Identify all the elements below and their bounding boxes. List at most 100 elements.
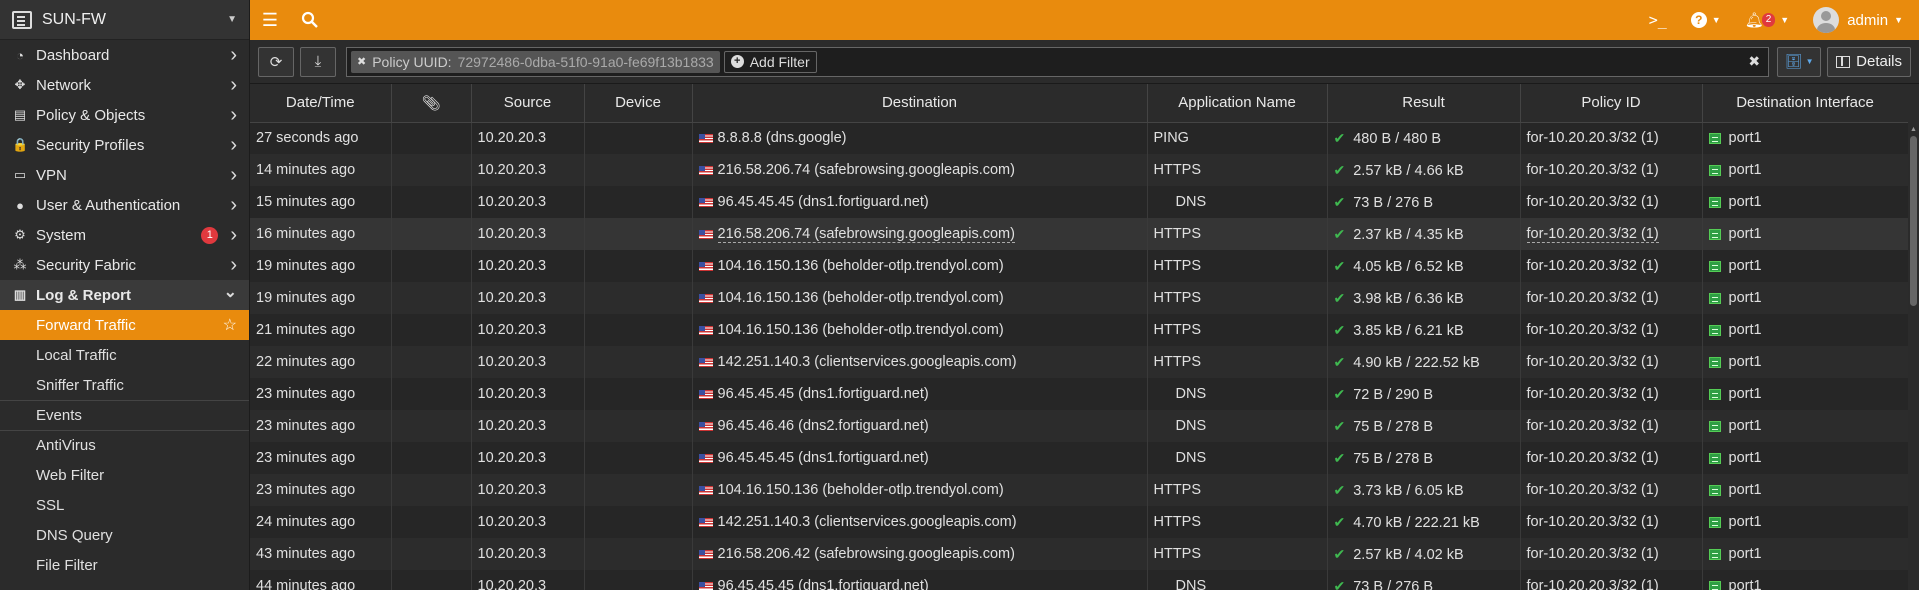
sidebar-item-vpn[interactable]: ▭ VPN › bbox=[0, 160, 249, 190]
ethernet-port-icon bbox=[1708, 548, 1721, 560]
cell-policy-id: for-10.20.20.3/32 (1) bbox=[1520, 346, 1703, 378]
interface-text: port1 bbox=[1728, 130, 1762, 147]
clear-filter-icon[interactable]: ✖ bbox=[1748, 53, 1760, 70]
table-row[interactable]: 23 minutes ago 10.20.20.3 96.45.45.45 (dns… bbox=[250, 442, 1908, 474]
interface-text: port1 bbox=[1728, 194, 1762, 210]
table-row[interactable]: 27 seconds ago 10.20.20.3 8.8.8.8 (dns.goo… bbox=[250, 122, 1908, 154]
chevron-right-icon: › bbox=[230, 103, 237, 126]
cell-datetime-text: 19 minutes ago bbox=[256, 258, 356, 274]
table-row[interactable]: 44 minutes ago 10.20.20.3 96.45.45.45 (dns… bbox=[250, 570, 1908, 590]
policy-id-text[interactable]: for-10.20.20.3/32 (1) bbox=[1526, 226, 1659, 243]
result-text: 2.57 kB / 4.02 kB bbox=[1353, 546, 1464, 563]
sidebar-subitem-events[interactable]: Events bbox=[0, 400, 249, 430]
sidebar-item-label: Network bbox=[36, 76, 92, 94]
table-row[interactable]: 24 minutes ago 10.20.20.3 142.251.140.3 (c… bbox=[250, 506, 1908, 538]
cell-application: HTTPS bbox=[1147, 538, 1328, 570]
table-row[interactable]: 21 minutes ago 10.20.20.3 104.16.150.136 (… bbox=[250, 314, 1908, 346]
sidebar-item-log-report[interactable]: ▥ Log & Report ⌄ bbox=[0, 280, 249, 310]
user-menu[interactable]: admin ▼ bbox=[1801, 0, 1919, 40]
column-header-policy-id[interactable]: Policy ID bbox=[1520, 84, 1703, 123]
cell-datetime-text: 23 minutes ago bbox=[256, 482, 356, 498]
sidebar-subitem-file-filter[interactable]: File Filter bbox=[0, 550, 249, 580]
column-header-attachment[interactable]: 📎︎ bbox=[391, 84, 472, 123]
table-scrollbar[interactable]: ▲ bbox=[1908, 84, 1919, 590]
sidebar-item-system[interactable]: ⚙ System 1 › bbox=[0, 220, 249, 250]
table-row[interactable]: 19 minutes ago 10.20.20.3 104.16.150.136 (… bbox=[250, 250, 1908, 282]
dashboard-icon: ◔ bbox=[16, 47, 24, 63]
cell-datetime: 43 minutes ago bbox=[250, 538, 392, 570]
table-row[interactable]: 14 minutes ago 10.20.20.3 216.58.206.74 (s… bbox=[250, 154, 1908, 186]
cell-source-text: 10.20.20.3 bbox=[477, 194, 547, 210]
cell-source-text: 10.20.20.3 bbox=[477, 514, 547, 530]
search-button[interactable] bbox=[290, 0, 330, 40]
cell-device bbox=[584, 538, 693, 570]
table-row[interactable]: 23 minutes ago 10.20.20.3 96.45.45.45 (dns… bbox=[250, 378, 1908, 410]
check-icon: ✔ bbox=[1333, 481, 1346, 498]
table-row[interactable]: 23 minutes ago 10.20.20.3 104.16.150.136 (… bbox=[250, 474, 1908, 506]
column-header-destination-interface[interactable]: Destination Interface bbox=[1702, 84, 1908, 123]
device-selector[interactable]: SUN-FW ▼ bbox=[0, 0, 249, 40]
remove-filter-icon[interactable]: ✖ bbox=[357, 55, 366, 68]
table-row[interactable]: 22 minutes ago 10.20.20.3 142.251.140.3 (c… bbox=[250, 346, 1908, 378]
menu-toggle-button[interactable]: ☰ bbox=[250, 0, 290, 40]
cell-destination-interface: port1 bbox=[1702, 378, 1908, 410]
notifications-button[interactable]: 🔔︎ 2 ▼ bbox=[1733, 0, 1802, 40]
column-header-device[interactable]: Device bbox=[584, 84, 693, 123]
sidebar-subitem-web-filter[interactable]: Web Filter bbox=[0, 460, 249, 490]
cell-application-text: DNS bbox=[1175, 418, 1207, 434]
cell-source: 10.20.20.3 bbox=[471, 218, 585, 250]
column-header-result[interactable]: Result bbox=[1327, 84, 1521, 123]
sidebar-subitem-forward-traffic[interactable]: Forward Traffic ☆ bbox=[0, 310, 249, 340]
check-icon: ✔ bbox=[1333, 513, 1346, 530]
details-pane-icon bbox=[1836, 55, 1851, 68]
filter-chip[interactable]: ✖ Policy UUID: 72972486-0dba-51f0-91a0-f… bbox=[351, 50, 720, 73]
cell-device bbox=[584, 186, 693, 218]
sidebar-item-network[interactable]: ✥ Network › bbox=[0, 70, 249, 100]
table-row[interactable]: 19 minutes ago 10.20.20.3 104.16.150.136 (… bbox=[250, 282, 1908, 314]
sidebar-item-label: Log & Report bbox=[36, 286, 131, 304]
log-source-button[interactable]: 🗄︎ ▼ bbox=[1777, 46, 1822, 77]
check-icon: ✔ bbox=[1333, 577, 1346, 590]
cli-console-button[interactable]: >_ bbox=[1637, 0, 1679, 40]
sidebar-subitem-antivirus[interactable]: AntiVirus bbox=[0, 430, 249, 460]
scrollbar-thumb[interactable] bbox=[1910, 136, 1917, 306]
sidebar-subitem-local-traffic[interactable]: Local Traffic bbox=[0, 340, 249, 370]
add-filter-button[interactable]: + Add Filter bbox=[723, 50, 817, 73]
table-row[interactable]: 43 minutes ago 10.20.20.3 216.58.206.42 (s… bbox=[250, 538, 1908, 570]
sidebar-item-security-fabric[interactable]: ⁂ Security Fabric › bbox=[0, 250, 249, 280]
sidebar-subitem-ssl[interactable]: SSL bbox=[0, 490, 249, 520]
check-icon: ✔ bbox=[1333, 385, 1346, 402]
download-button[interactable]: ⤓ bbox=[300, 46, 336, 77]
cell-destination: 96.45.45.45 (dns1.fortiguard.net) bbox=[692, 570, 1148, 590]
table-body: 27 seconds ago 10.20.20.3 8.8.8.8 (dns.goo… bbox=[250, 122, 1908, 590]
sidebar-item-policy-objects[interactable]: ▤ Policy & Objects › bbox=[0, 100, 249, 130]
column-header-date-time[interactable]: Date/Time bbox=[250, 84, 392, 123]
table-row[interactable]: 23 minutes ago 10.20.20.3 96.45.46.46 (dns… bbox=[250, 410, 1908, 442]
column-header-source[interactable]: Source bbox=[471, 84, 585, 123]
sidebar-subitem-label: Events bbox=[36, 407, 82, 424]
help-button[interactable]: ? ▼ bbox=[1679, 0, 1733, 40]
us-flag-icon bbox=[698, 293, 713, 303]
table-row[interactable]: 16 minutes ago 10.20.20.3 216.58.206.74 (s… bbox=[250, 218, 1908, 250]
details-label: Details bbox=[1856, 53, 1902, 70]
destination-text[interactable]: 216.58.206.74 (safebrowsing.googleapis.c… bbox=[717, 226, 1015, 243]
table-row[interactable]: 15 minutes ago 10.20.20.3 96.45.45.45 (dns… bbox=[250, 186, 1908, 218]
cell-application-text: HTTPS bbox=[1153, 322, 1202, 338]
scroll-up-icon[interactable]: ▲ bbox=[1910, 126, 1917, 133]
refresh-button[interactable]: ⟳ bbox=[258, 46, 294, 77]
sidebar-item-security-profiles[interactable]: 🔒 Security Profiles › bbox=[0, 130, 249, 160]
sidebar-item-dashboard[interactable]: ◔ Dashboard › bbox=[0, 40, 249, 70]
column-header-destination[interactable]: Destination bbox=[692, 84, 1148, 123]
column-header-application-name[interactable]: Application Name bbox=[1147, 84, 1328, 123]
check-icon: ✔ bbox=[1333, 417, 1346, 434]
star-favorite-icon[interactable]: ☆ bbox=[223, 315, 237, 335]
sidebar-subitem-dns-query[interactable]: DNS Query bbox=[0, 520, 249, 550]
sidebar-subitem-sniffer-traffic[interactable]: Sniffer Traffic bbox=[0, 370, 249, 400]
cell-destination-interface: port1 bbox=[1702, 570, 1908, 590]
policy-id-text: for-10.20.20.3/32 (1) bbox=[1526, 258, 1659, 274]
result-text: 73 B / 276 B bbox=[1353, 578, 1434, 590]
sidebar-item-user-authentication[interactable]: ● User & Authentication › bbox=[0, 190, 249, 220]
chart-icon: ▥ bbox=[13, 287, 27, 302]
filter-bar[interactable]: ✖ Policy UUID: 72972486-0dba-51f0-91a0-f… bbox=[346, 46, 1770, 77]
details-button[interactable]: Details bbox=[1827, 46, 1911, 77]
